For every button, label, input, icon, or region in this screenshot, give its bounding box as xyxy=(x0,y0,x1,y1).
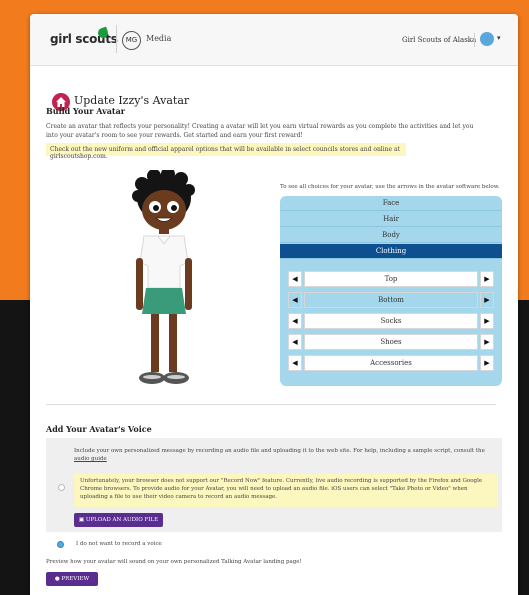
avatar-arm-right xyxy=(185,258,192,310)
avatar-arm-left xyxy=(136,258,143,310)
voice-upload-panel: Include your own personalized message by… xyxy=(46,438,502,532)
option-accessories[interactable]: Accessories xyxy=(304,355,478,371)
voice-heading: Add Your Avatar's Voice xyxy=(46,424,152,434)
user-menu-caret-icon[interactable]: ▾ xyxy=(497,34,501,42)
voice-intro: Include your own personalized message by… xyxy=(74,447,494,463)
option-row-shoes: ◀ Shoes ▶ xyxy=(288,334,494,350)
option-row-bottom: ◀ Bottom ▶ xyxy=(288,292,494,308)
option-bottom[interactable]: Bottom xyxy=(304,292,478,308)
preview-button[interactable]: ● PREVIEW xyxy=(46,572,98,586)
upload-audio-radio[interactable] xyxy=(58,484,65,491)
option-row-socks: ◀ Socks ▶ xyxy=(288,313,494,329)
site-header: girl scouts MG Media Girl Scouts of Alas… xyxy=(30,14,518,66)
option-row-accessories: ◀ Accessories ▶ xyxy=(288,355,494,371)
header-divider xyxy=(116,25,117,53)
preview-description: Preview how your avatar will sound on yo… xyxy=(46,559,302,565)
user-avatar-icon[interactable] xyxy=(480,32,494,46)
upload-file-icon: ▣ xyxy=(78,517,86,523)
next-arrow-icon[interactable]: ▶ xyxy=(480,271,494,287)
next-arrow-icon[interactable]: ▶ xyxy=(480,334,494,350)
prev-arrow-icon[interactable]: ◀ xyxy=(288,334,302,350)
media-label[interactable]: Media xyxy=(146,34,171,43)
next-arrow-icon[interactable]: ▶ xyxy=(480,355,494,371)
option-socks[interactable]: Socks xyxy=(304,313,478,329)
category-clothing[interactable]: Clothing xyxy=(280,244,502,259)
avatar-leg-left xyxy=(151,314,159,372)
category-face[interactable]: Face xyxy=(280,196,502,211)
no-voice-label: I do not want to record a voice xyxy=(76,541,162,547)
avatar-face xyxy=(142,190,186,230)
avatar-chooser: Face Hair Body Clothing ◀ Top ▶ ◀ Bottom… xyxy=(280,196,502,386)
option-row-top: ◀ Top ▶ xyxy=(288,271,494,287)
media-badge-icon[interactable]: MG xyxy=(122,31,141,50)
build-heading: Build Your Avatar xyxy=(46,106,126,116)
no-voice-radio[interactable] xyxy=(57,541,64,548)
avatar-leg-right xyxy=(169,314,177,372)
build-description: Create an avatar that reflects your pers… xyxy=(46,123,474,139)
avatar-illustration xyxy=(132,170,195,384)
category-body[interactable]: Body xyxy=(280,228,502,243)
browser-warning: Unfortunately, your browser does not sup… xyxy=(74,474,498,507)
upload-audio-label: UPLOAD AN AUDIO FILE xyxy=(85,517,159,523)
section-divider xyxy=(46,404,496,405)
category-hair[interactable]: Hair xyxy=(280,212,502,227)
avatar-skirt xyxy=(142,288,186,314)
option-top[interactable]: Top xyxy=(304,271,478,287)
prev-arrow-icon[interactable]: ◀ xyxy=(288,313,302,329)
voice-intro-text: Include your own personalized message by… xyxy=(74,448,485,454)
chooser-hint: To see all choices for your avatar, use … xyxy=(280,184,500,190)
next-arrow-icon[interactable]: ▶ xyxy=(480,292,494,308)
prev-arrow-icon[interactable]: ◀ xyxy=(288,355,302,371)
apparel-note: Check out the new uniform and official a… xyxy=(46,143,406,160)
next-arrow-icon[interactable]: ▶ xyxy=(480,313,494,329)
prev-arrow-icon[interactable]: ◀ xyxy=(288,271,302,287)
option-shoes[interactable]: Shoes xyxy=(304,334,478,350)
main-card: girl scouts MG Media Girl Scouts of Alas… xyxy=(30,14,518,595)
audio-guide-link[interactable]: audio guide xyxy=(74,456,107,462)
upload-audio-button[interactable]: ▣ UPLOAD AN AUDIO FILE xyxy=(74,513,163,527)
prev-arrow-icon[interactable]: ◀ xyxy=(288,292,302,308)
council-name[interactable]: Girl Scouts of Alaska xyxy=(402,36,476,44)
header-divider-2 xyxy=(474,33,475,47)
preview-label: PREVIEW xyxy=(61,576,90,582)
